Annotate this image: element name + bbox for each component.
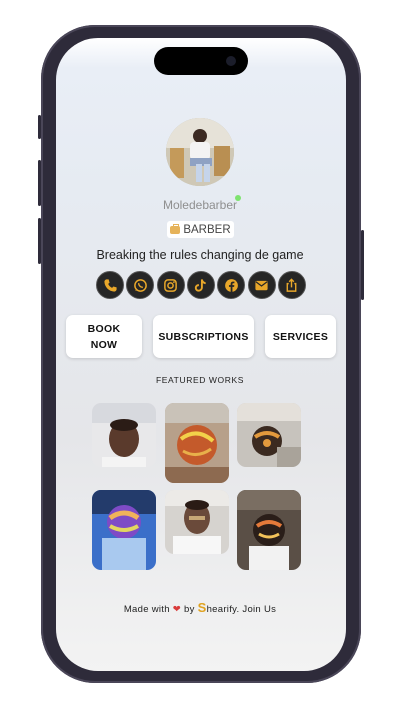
role-badge-label: BARBER: [183, 223, 231, 236]
email-icon[interactable]: [247, 271, 276, 299]
featured-works-heading: FEATURED WORKS: [155, 375, 245, 385]
whatsapp-icon[interactable]: [126, 271, 155, 299]
featured-work-tile[interactable]: [165, 490, 229, 554]
book-now-line1: BOOK: [87, 322, 121, 335]
by-text: by: [184, 604, 195, 615]
subscriptions-button[interactable]: SUBSCRIPTIONS: [153, 315, 254, 358]
brand-logo-initial: S: [197, 600, 207, 615]
featured-work-tile[interactable]: [237, 403, 301, 467]
book-now-line2: NOW: [90, 338, 118, 351]
footer-credit: Made with ❤ by Shearify. Join Us: [0, 600, 400, 615]
profile-username: Moledebarber: [162, 198, 238, 212]
made-with-text: Made with: [123, 604, 170, 615]
phone-icon[interactable]: [96, 271, 124, 299]
facebook-icon[interactable]: [217, 271, 246, 299]
tiktok-icon[interactable]: [186, 271, 215, 299]
join-us-link[interactable]: Join Us: [242, 604, 276, 615]
role-badge: BARBER: [167, 221, 234, 238]
briefcase-icon: [170, 223, 181, 234]
instagram-icon[interactable]: [156, 271, 185, 299]
action-buttons: BOOK NOW SUBSCRIPTIONS SERVICES: [66, 315, 336, 358]
featured-work-tile[interactable]: [92, 403, 156, 467]
book-now-button[interactable]: BOOK NOW: [66, 315, 142, 358]
dynamic-island: [154, 47, 248, 75]
services-button[interactable]: SERVICES: [265, 315, 336, 358]
profile-bio: Breaking the rules changing de game: [96, 248, 304, 262]
power-button: [361, 230, 364, 300]
brand-link[interactable]: Shearify.: [198, 600, 240, 615]
featured-work-tile[interactable]: [165, 403, 229, 483]
featured-work-tile[interactable]: [92, 490, 156, 570]
heart-icon: ❤: [172, 604, 182, 615]
share-icon[interactable]: [277, 271, 306, 299]
profile-avatar[interactable]: [166, 118, 234, 186]
featured-work-tile[interactable]: [237, 490, 301, 570]
social-links: [96, 271, 306, 301]
silent-switch: [38, 115, 41, 139]
brand-name: hearify.: [206, 604, 240, 615]
